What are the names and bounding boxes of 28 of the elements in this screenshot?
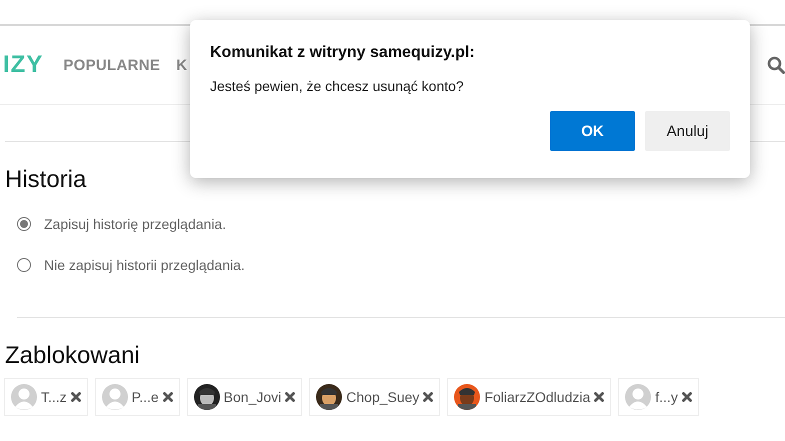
cancel-button[interactable]: Anuluj — [645, 111, 730, 151]
section-heading: Historia — [5, 166, 88, 194]
avatar-icon — [102, 384, 128, 410]
remove-icon[interactable] — [594, 392, 604, 402]
username[interactable]: Bon_Jovi — [224, 389, 282, 405]
option-label: Nie zapisuj historii przeglądania. — [44, 257, 245, 273]
username[interactable]: FoliarzZOdludzia — [484, 389, 590, 405]
radio-button[interactable] — [17, 217, 31, 231]
dialog-title: Komunikat z witryny samequizy.pl: — [210, 44, 476, 62]
option-label: Zapisuj historię przeglądania. — [44, 216, 226, 232]
dialog-message: Jesteś pewien, że chcesz usunąć konto? — [210, 78, 465, 94]
remove-icon[interactable] — [423, 392, 434, 402]
search-icon[interactable] — [767, 56, 785, 74]
ok-button[interactable]: OK — [550, 111, 635, 151]
nav-link[interactable]: K — [176, 56, 188, 74]
remove-icon[interactable] — [162, 392, 173, 402]
remove-icon[interactable] — [70, 392, 81, 402]
username[interactable]: P...e — [132, 389, 159, 405]
remove-icon[interactable] — [285, 392, 296, 402]
radio-button[interactable] — [17, 258, 31, 272]
username[interactable]: Chop_Suey — [346, 389, 420, 405]
remove-icon[interactable] — [682, 392, 692, 402]
section-heading: Zablokowani — [5, 342, 141, 370]
username[interactable]: T...z — [41, 389, 67, 405]
nav-link[interactable]: POPULARNE — [63, 56, 160, 74]
avatar-icon — [625, 384, 652, 410]
username[interactable]: f...y — [655, 389, 678, 405]
avatar-icon — [11, 384, 37, 410]
